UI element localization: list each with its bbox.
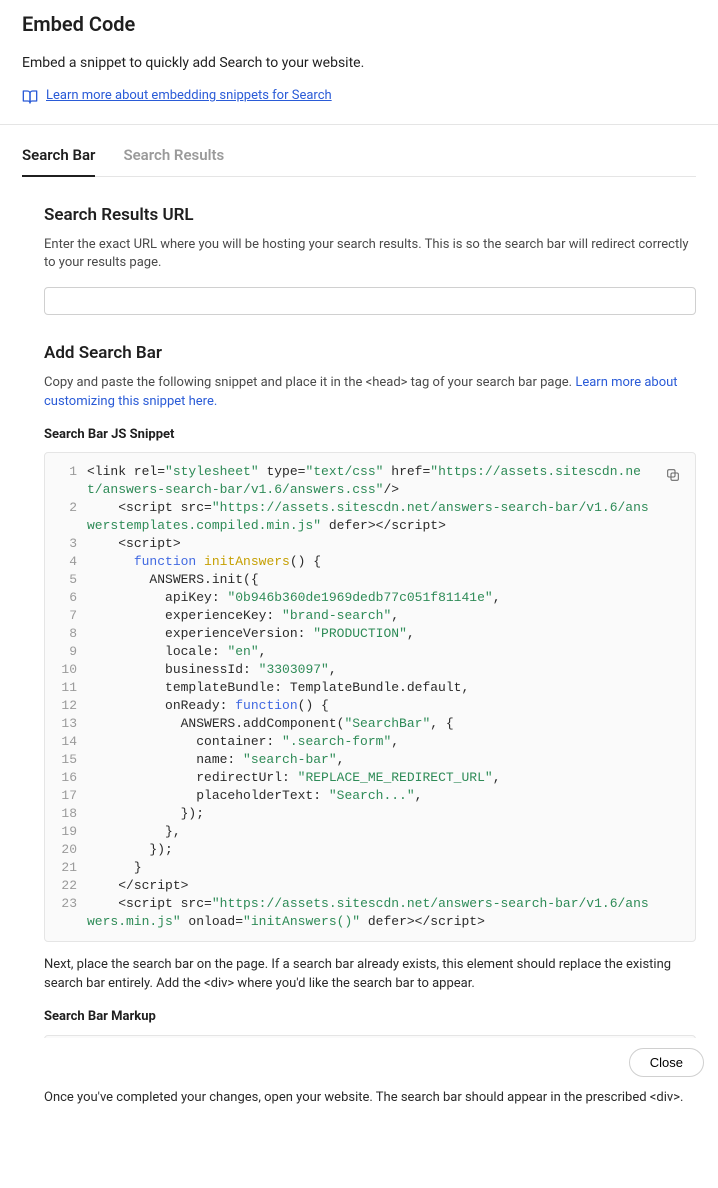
search-results-url-help: Enter the exact URL where you will be ho… bbox=[44, 236, 696, 274]
markup-snippet-label: Search Bar Markup bbox=[44, 1008, 696, 1027]
js-snippet-label: Search Bar JS Snippet bbox=[44, 426, 696, 445]
book-icon bbox=[22, 89, 38, 105]
completion-paragraph: Once you've completed your changes, open… bbox=[44, 1089, 696, 1108]
search-results-url-heading: Search Results URL bbox=[44, 203, 696, 228]
js-snippet-code-block: 1<link rel="stylesheet" type="text/css" … bbox=[44, 452, 696, 942]
page-lead: Embed a snippet to quickly add Search to… bbox=[22, 53, 696, 73]
footer: Close bbox=[0, 1038, 718, 1087]
learn-more-row: Learn more about embedding snippets for … bbox=[22, 87, 696, 106]
divider bbox=[0, 124, 718, 125]
tabs: Search Bar Search Results bbox=[22, 145, 696, 177]
page-title: Embed Code bbox=[22, 10, 696, 39]
add-search-bar-help: Copy and paste the following snippet and… bbox=[44, 374, 696, 412]
add-search-bar-heading: Add Search Bar bbox=[44, 341, 696, 366]
place-search-bar-paragraph: Next, place the search bar on the page. … bbox=[44, 956, 696, 994]
tab-search-results[interactable]: Search Results bbox=[123, 145, 224, 176]
tab-search-bar[interactable]: Search Bar bbox=[22, 145, 95, 177]
help-text: Copy and paste the following snippet and… bbox=[44, 375, 575, 390]
search-results-url-input[interactable] bbox=[44, 287, 696, 315]
copy-js-snippet-button[interactable] bbox=[661, 463, 685, 487]
copy-icon bbox=[665, 467, 681, 483]
learn-more-link[interactable]: Learn more about embedding snippets for … bbox=[46, 87, 332, 106]
close-button[interactable]: Close bbox=[629, 1048, 704, 1077]
